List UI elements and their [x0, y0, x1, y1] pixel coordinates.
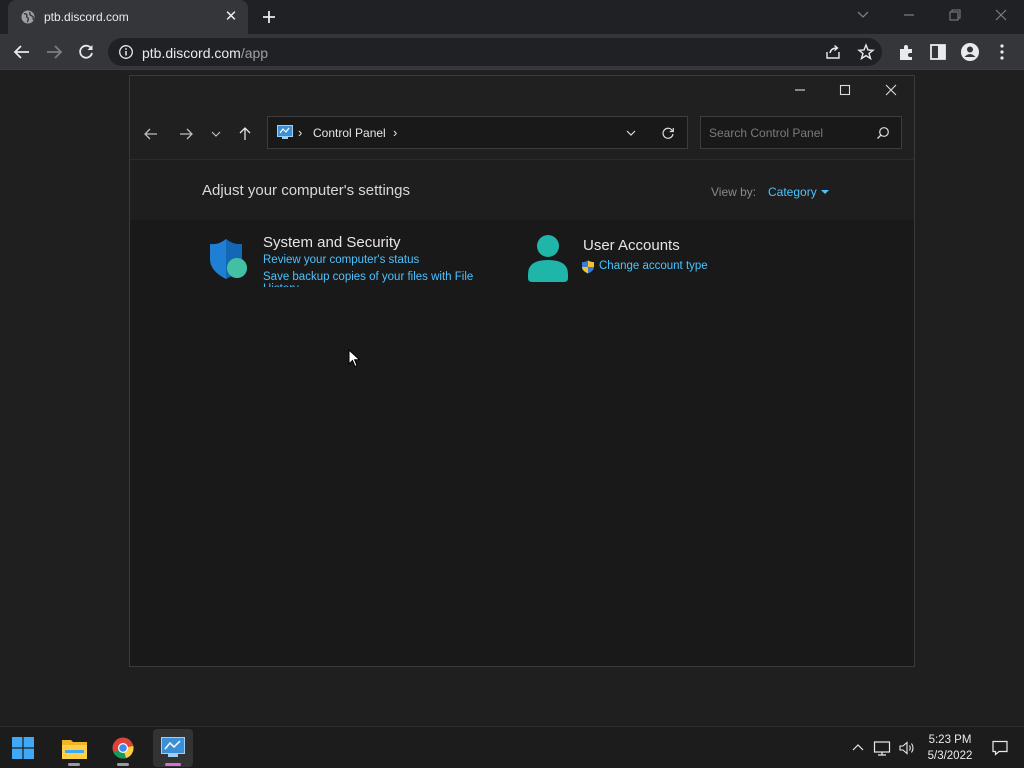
breadcrumb-control-panel[interactable]: Control Panel — [313, 126, 386, 140]
share-icon[interactable] — [824, 43, 842, 61]
control-panel-window: › Control Panel › Search Control Panel A… — [129, 75, 915, 667]
extensions-icon[interactable] — [895, 41, 917, 63]
category-title-system-and-security[interactable]: System and Security — [263, 234, 401, 251]
content-header: Adjust your computer's settings View by:… — [130, 160, 914, 220]
page-title: Adjust your computer's settings — [202, 182, 410, 199]
category-system-and-security: System and Security Review your computer… — [206, 234, 506, 306]
file-explorer-icon — [62, 740, 87, 759]
volume-icon[interactable] — [898, 739, 916, 757]
browser-toolbar: ptb.discord.com/app — [0, 34, 1024, 70]
window-maximize-icon[interactable] — [833, 80, 857, 100]
forward-icon[interactable] — [43, 41, 65, 63]
back-icon[interactable] — [11, 41, 33, 63]
url-host: ptb.discord.com — [142, 45, 241, 61]
category-title-user-accounts[interactable]: User Accounts — [583, 237, 680, 254]
window-close-icon[interactable] — [879, 80, 903, 100]
view-by-caret-icon[interactable] — [821, 190, 829, 194]
globe-icon — [21, 10, 35, 24]
running-indicator — [68, 763, 80, 766]
new-tab-icon[interactable] — [258, 6, 280, 28]
view-by-label: View by: — [711, 185, 757, 199]
tab-close-icon[interactable]: ✕ — [222, 8, 240, 26]
chrome-icon — [112, 737, 134, 759]
recent-locations-chevron-icon[interactable] — [207, 125, 225, 143]
taskbar-clock[interactable]: 5:23 PM 5/3/2022 — [924, 732, 976, 764]
restore-icon[interactable] — [942, 4, 968, 26]
start-icon — [12, 737, 34, 759]
breadcrumb-chevron-icon[interactable]: › — [393, 125, 397, 140]
link-review-status[interactable]: Review your computer's status — [263, 254, 419, 266]
show-hidden-icons-chevron-icon[interactable] — [849, 739, 867, 757]
browser-tab[interactable]: ptb.discord.com ✕ — [8, 0, 248, 34]
address-bar[interactable]: ptb.discord.com/app — [108, 38, 882, 66]
refresh-icon[interactable] — [660, 125, 676, 141]
nav-up-icon[interactable] — [236, 125, 254, 143]
view-by-dropdown[interactable]: Category — [768, 185, 817, 199]
minimize-icon[interactable] — [896, 4, 922, 26]
uac-shield-icon — [582, 260, 594, 274]
link-clip: Save backup copies of your files with Fi… — [263, 271, 503, 287]
start-button[interactable] — [3, 729, 43, 767]
search-box[interactable]: Search Control Panel — [700, 116, 902, 149]
running-indicator — [117, 763, 129, 766]
window-minimize-icon[interactable] — [788, 80, 812, 100]
address-dropdown-icon[interactable] — [623, 125, 639, 141]
mouse-cursor-icon — [348, 349, 361, 368]
side-panel-icon[interactable] — [927, 41, 949, 63]
tab-title: ptb.discord.com — [44, 10, 129, 24]
taskbar-chrome[interactable] — [103, 729, 143, 767]
window-titlebar[interactable] — [130, 76, 914, 106]
search-placeholder: Search Control Panel — [709, 126, 824, 140]
link-change-account-type[interactable]: Change account type — [599, 260, 708, 272]
explorer-navbar: › Control Panel › Search Control Panel — [130, 106, 914, 160]
user-icon[interactable] — [527, 234, 569, 284]
bookmark-star-icon[interactable] — [857, 43, 875, 61]
clock-date: 5/3/2022 — [927, 750, 973, 762]
tab-search-chevron-icon[interactable] — [850, 4, 876, 26]
info-icon[interactable] — [118, 44, 134, 60]
breadcrumb-separator-icon[interactable]: › — [298, 125, 302, 140]
control-panel-icon — [161, 737, 185, 757]
network-icon[interactable] — [873, 739, 891, 757]
category-user-accounts: User Accounts Change account type — [527, 234, 827, 304]
url-text: ptb.discord.com/app — [142, 45, 268, 61]
clock-time: 5:23 PM — [928, 734, 972, 746]
taskbar-file-explorer[interactable] — [54, 729, 94, 767]
reload-icon[interactable] — [75, 41, 97, 63]
link-save-backup[interactable]: Save backup copies of your files with Fi… — [263, 271, 489, 287]
profile-icon[interactable] — [959, 41, 981, 63]
close-icon[interactable] — [988, 4, 1014, 26]
menu-kebab-icon[interactable] — [991, 41, 1013, 63]
running-indicator — [165, 763, 181, 766]
taskbar: 5:23 PM 5/3/2022 — [0, 726, 1024, 768]
control-panel-icon — [277, 125, 293, 139]
explorer-address-bar[interactable]: › Control Panel › — [267, 116, 688, 149]
url-path: /app — [240, 45, 269, 61]
taskbar-control-panel[interactable] — [153, 729, 193, 767]
nav-forward-icon[interactable] — [177, 125, 195, 143]
notifications-icon[interactable] — [991, 739, 1009, 757]
shield-icon[interactable] — [206, 237, 250, 281]
nav-back-icon[interactable] — [142, 125, 160, 143]
search-icon[interactable] — [875, 125, 891, 141]
browser-tabstrip: ptb.discord.com ✕ — [0, 0, 1024, 34]
